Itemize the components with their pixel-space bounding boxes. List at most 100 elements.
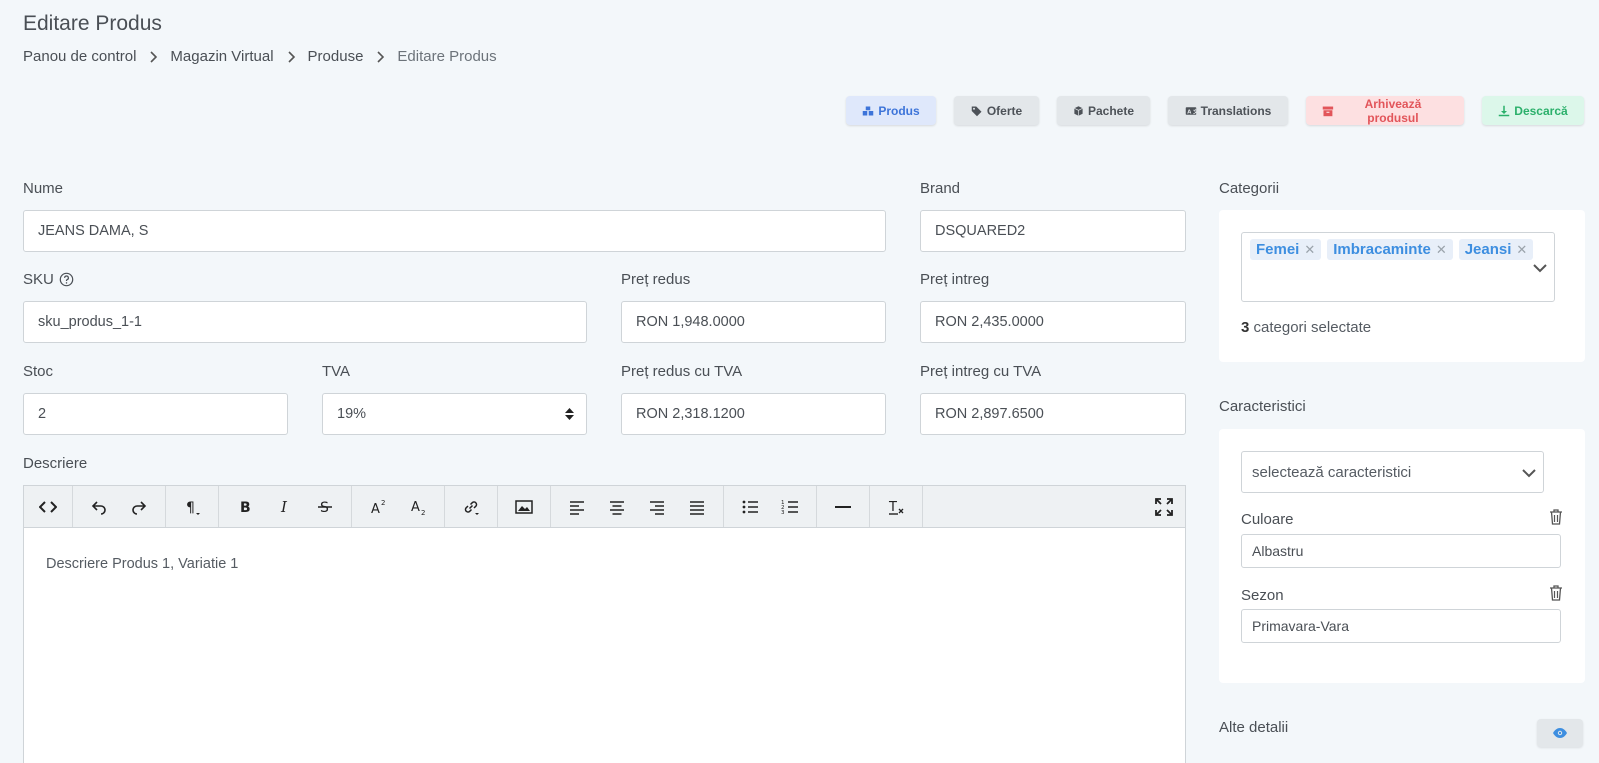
remove-tag-icon[interactable]: ✕ [1436,242,1447,258]
pret-redus-label: Preț redus [621,271,691,288]
caracteristici-placeholder: selectează caracteristici [1252,463,1412,481]
page-title: Editare Produs [23,12,162,35]
code-view-icon[interactable] [28,486,68,528]
archive-label: Arhivează produsul [1364,96,1422,125]
paragraph-format-icon[interactable]: ¶ [172,486,212,528]
bulleted-list-icon[interactable] [730,486,770,528]
select-arrows-icon [565,408,574,420]
remove-tag-icon[interactable]: ✕ [1516,242,1527,258]
translations-button[interactable]: A 文 Translations [1168,96,1288,125]
numbered-list-icon[interactable]: 123 [770,486,810,528]
pachete-label: Pachete [1087,103,1134,118]
svg-text:2: 2 [421,509,425,516]
align-center-icon[interactable] [597,486,637,528]
eye-icon [1553,728,1567,738]
brand-label: Brand [920,180,961,197]
tags-icon [971,106,982,116]
pret-intreg-tva-label: Preț intreg cu TVA [920,363,1042,380]
stoc-input[interactable]: 2 [23,393,288,435]
category-tag: Imbracaminte ✕ [1327,239,1453,260]
strikethrough-icon[interactable]: S [305,486,345,528]
stoc-label: Stoc [23,363,54,380]
svg-text:A: A [371,502,380,516]
download-button[interactable]: Descarcă [1482,96,1584,125]
caracteristici-select[interactable]: selectează caracteristici [1241,451,1544,493]
language-icon: A 文 [1185,106,1197,115]
description-editor: ¶ B I S A2 A2 123 T Descriere Produs 1, … [23,485,1186,763]
chevron-right-icon [150,50,158,63]
categorii-label: Categorii [1219,180,1280,197]
align-justify-icon[interactable] [677,486,717,528]
svg-text:3: 3 [781,510,785,516]
breadcrumb-item[interactable]: Panou de control [23,48,136,65]
editor-toolbar: ¶ B I S A2 A2 123 T [24,486,1185,528]
svg-text:2: 2 [381,499,385,507]
align-left-icon[interactable] [557,486,597,528]
svg-text:S: S [320,500,329,516]
download-icon [1499,105,1510,116]
link-icon[interactable] [451,486,491,528]
tva-value: 19% [337,406,367,422]
sku-input[interactable]: sku_produs_1-1 [23,301,587,343]
redo-icon[interactable] [119,486,159,528]
breadcrumb-current: Editare Produs [397,48,497,65]
pret-redus-tva-label: Preț redus cu TVA [621,363,743,380]
bold-icon[interactable]: B [225,486,265,528]
italic-icon[interactable]: I [265,486,305,528]
subscript-icon[interactable]: A2 [398,486,438,528]
svg-text:T: T [888,500,897,515]
category-tag: Femei ✕ [1250,239,1322,260]
box-icon [1074,105,1083,116]
brand-input[interactable]: DSQUARED2 [920,210,1186,252]
tva-label: TVA [322,363,351,380]
archive-product-button[interactable]: Arhivează produsul [1306,96,1464,125]
chevron-down-icon[interactable] [1532,260,1548,276]
alte-detalii-label: Alte detalii [1219,719,1289,736]
svg-text:¶: ¶ [186,500,195,516]
pachete-button[interactable]: Pachete [1057,96,1150,125]
align-right-icon[interactable] [637,486,677,528]
svg-text:I: I [280,498,288,516]
remove-tag-icon[interactable]: ✕ [1304,242,1315,258]
breadcrumb: Panou de control Magazin Virtual Produse… [23,48,497,65]
caracteristici-label: Caracteristici [1219,398,1306,415]
superscript-icon[interactable]: A2 [358,486,398,528]
pret-intreg-tva-input[interactable]: RON 2,897.6500 [920,393,1186,435]
question-circle-icon[interactable] [59,272,74,287]
pret-intreg-input[interactable]: RON 2,435.0000 [920,301,1186,343]
categorii-multiselect[interactable]: Femei ✕ Imbracaminte ✕ Jeansi ✕ [1241,232,1555,302]
culoare-label: Culoare [1241,511,1294,528]
toggle-details-button[interactable] [1537,719,1583,747]
pret-redus-tva-input[interactable]: RON 2,318.1200 [621,393,886,435]
breadcrumb-item[interactable]: Magazin Virtual [170,48,273,65]
sezon-input[interactable]: Primavara-Vara [1241,609,1561,643]
oferte-button[interactable]: Oferte [954,96,1039,125]
trash-icon[interactable] [1549,509,1563,525]
undo-icon[interactable] [79,486,119,528]
produs-label: Produs [878,103,920,118]
svg-text:B: B [240,500,251,516]
breadcrumb-item[interactable]: Produse [308,48,364,65]
editor-content[interactable]: Descriere Produs 1, Variatie 1 [24,528,1185,600]
sku-label-text: SKU [23,271,54,288]
download-label: Descarcă [1514,103,1568,118]
category-tag: Jeansi ✕ [1458,239,1534,260]
culoare-input[interactable]: Albastru [1241,534,1561,568]
categories-count: 3 categori selectate [1241,319,1372,336]
fullscreen-icon[interactable] [1155,498,1173,516]
clear-formatting-icon[interactable]: T [876,486,916,528]
tva-select[interactable]: 19% [322,393,587,435]
produs-button[interactable]: Produs [846,96,936,125]
descriere-label: Descriere [23,455,88,472]
caracteristici-card: selectează caracteristici Culoare Albast… [1219,429,1585,683]
archive-icon [1322,106,1334,116]
image-icon[interactable] [504,486,544,528]
pret-redus-input[interactable]: RON 1,948.0000 [621,301,886,343]
sezon-label: Sezon [1241,587,1284,604]
trash-icon[interactable] [1549,585,1563,601]
nume-input[interactable]: JEANS DAMA, S [23,210,886,252]
oferte-label: Oferte [986,103,1023,118]
chevron-down-icon [1522,469,1536,478]
sku-label: SKU [23,271,74,288]
horizontal-line-icon[interactable] [823,486,863,528]
